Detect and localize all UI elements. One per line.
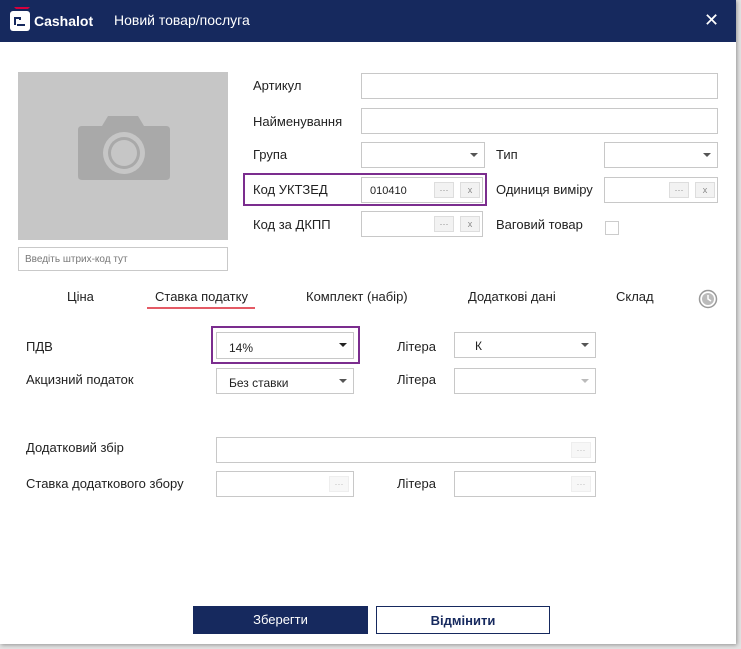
chevron-down-icon <box>581 343 589 347</box>
dialog-title: Новий товар/послуга <box>114 12 250 28</box>
extra-fee-input[interactable]: ··· <box>216 437 596 463</box>
litera-value: К <box>475 339 482 353</box>
extra-fee-browse-button[interactable]: ··· <box>571 442 591 458</box>
litera-label-extra: Літера <box>397 476 436 491</box>
dkpp-browse-button[interactable]: ··· <box>434 216 454 232</box>
dkpp-clear-button[interactable]: x <box>460 216 480 232</box>
unit-label: Одиниця виміру <box>496 182 593 197</box>
tab-tax-rate[interactable]: Ставка податку <box>155 289 248 304</box>
litera-select-vat[interactable]: К <box>454 332 596 358</box>
uktzed-input[interactable]: 010410 ··· x <box>361 177 483 203</box>
group-select[interactable] <box>361 142 485 168</box>
excise-label: Акцизний податок <box>26 372 134 387</box>
tab-bundle[interactable]: Комплект (набір) <box>306 289 408 304</box>
litera-input-extra[interactable]: ··· <box>454 471 596 497</box>
unit-input[interactable]: ··· x <box>604 177 718 203</box>
dialog-window: Cashalot Новий товар/послуга ✕ Введіть ш… <box>0 0 736 644</box>
cashalot-logo: Cashalot <box>10 7 94 32</box>
litera-extra-browse-button[interactable]: ··· <box>571 476 591 492</box>
extra-rate-input[interactable]: ··· <box>216 471 354 497</box>
vat-label: ПДВ <box>26 339 53 354</box>
vat-value: 14% <box>229 341 254 355</box>
history-icon[interactable] <box>698 289 718 309</box>
uktzed-value: 010410 <box>370 185 407 197</box>
logo-icon <box>10 7 30 31</box>
product-photo-placeholder[interactable] <box>18 72 228 240</box>
extra-rate-browse-button[interactable]: ··· <box>329 476 349 492</box>
litera-label-vat: Літера <box>397 339 436 354</box>
title-bar: Cashalot Новий товар/послуга ✕ <box>0 0 736 42</box>
chevron-down-icon <box>339 379 347 383</box>
unit-clear-button[interactable]: x <box>695 182 715 198</box>
name-input[interactable] <box>361 108 718 134</box>
litera-select-excise[interactable] <box>454 368 596 394</box>
chevron-down-icon <box>703 153 711 157</box>
active-tab-indicator <box>147 307 255 309</box>
vat-select[interactable]: 14% <box>216 332 354 359</box>
close-icon[interactable]: ✕ <box>704 10 719 31</box>
litera-label-excise: Літера <box>397 372 436 387</box>
uktzed-clear-button[interactable]: x <box>460 182 480 198</box>
extra-rate-label: Ставка додаткового збору <box>26 476 184 491</box>
excise-value: Без ставки <box>229 376 289 390</box>
dkpp-input[interactable]: ··· x <box>361 211 483 237</box>
uktzed-browse-button[interactable]: ··· <box>434 182 454 198</box>
weight-checkbox[interactable] <box>605 221 619 235</box>
weight-label: Ваговий товар <box>496 217 583 232</box>
type-select[interactable] <box>604 142 718 168</box>
camera-icon <box>78 116 170 180</box>
articul-label: Артикул <box>253 78 302 93</box>
chevron-down-icon <box>470 153 478 157</box>
group-label: Група <box>253 147 288 162</box>
name-label: Найменування <box>253 114 343 129</box>
excise-select[interactable]: Без ставки <box>216 368 354 394</box>
save-button[interactable]: Зберегти <box>193 606 368 634</box>
chevron-down-icon <box>339 343 347 347</box>
type-label: Тип <box>496 147 518 162</box>
logo-text: Cashalot <box>34 13 94 29</box>
cancel-button[interactable]: Відмінити <box>376 606 550 634</box>
extra-fee-label: Додатковий збір <box>26 440 124 455</box>
dkpp-label: Код за ДКПП <box>253 217 331 232</box>
tab-warehouse[interactable]: Склад <box>616 289 654 304</box>
tab-additional-data[interactable]: Додаткові дані <box>468 289 556 304</box>
unit-browse-button[interactable]: ··· <box>669 182 689 198</box>
chevron-down-icon <box>581 379 589 383</box>
barcode-input[interactable]: Введіть штрих-код тут <box>18 247 228 271</box>
articul-input[interactable] <box>361 73 718 99</box>
tab-price[interactable]: Ціна <box>67 289 94 304</box>
uktzed-label: Код УКТЗЕД <box>253 182 328 197</box>
